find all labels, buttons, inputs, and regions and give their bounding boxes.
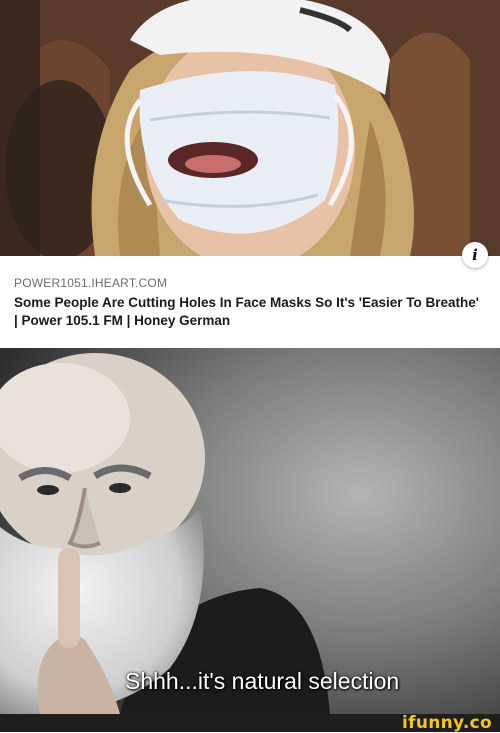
link-preview-card[interactable]: i POWER1051.IHEART.COM Some People Are C…	[0, 0, 500, 348]
meme-image	[0, 348, 500, 714]
ifunny-watermark[interactable]: ifunny.co	[402, 714, 492, 732]
preview-headline[interactable]: Some People Are Cutting Holes In Face Ma…	[14, 294, 484, 330]
shushing-man-illustration	[0, 348, 500, 714]
footer-bar: ifunny.co	[0, 714, 500, 732]
masked-person-illustration	[0, 0, 500, 256]
preview-source-domain: POWER1051.IHEART.COM	[14, 276, 168, 290]
meme-caption: Shhh...it's natural selection	[125, 668, 400, 694]
preview-photo	[0, 0, 500, 256]
info-icon[interactable]: i	[462, 242, 488, 268]
